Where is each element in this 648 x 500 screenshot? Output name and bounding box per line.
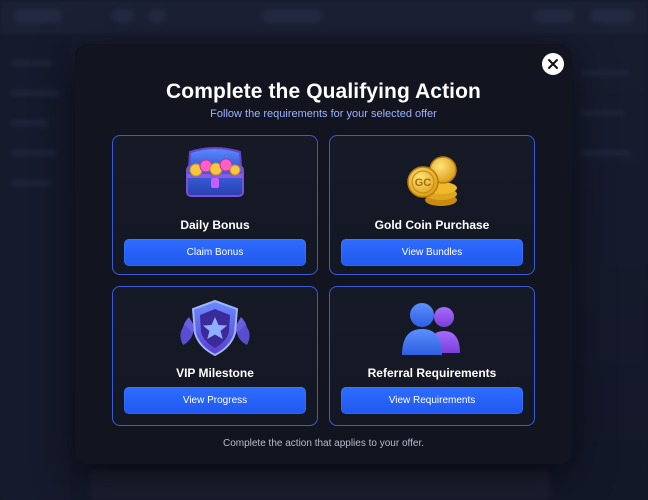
modal-subtitle: Follow the requirements for your selecte… xyxy=(210,108,437,120)
close-button[interactable] xyxy=(542,53,564,75)
card-daily-bonus: Daily Bonus Claim Bonus xyxy=(112,135,318,275)
qualifying-action-modal: Complete the Qualifying Action Follow th… xyxy=(75,44,572,464)
close-icon xyxy=(548,59,558,69)
modal-title: Complete the Qualifying Action xyxy=(166,80,481,103)
view-progress-button[interactable]: View Progress xyxy=(124,387,306,414)
modal-footer-note: Complete the action that applies to your… xyxy=(222,438,425,449)
card-vip-milestone: VIP Milestone View Progress xyxy=(112,286,318,426)
card-label-referral-requirements: Referral Requirements xyxy=(367,366,497,380)
card-label-vip-milestone: VIP Milestone xyxy=(176,366,254,380)
svg-text:GC: GC xyxy=(415,177,432,189)
card-gold-coin-purchase: GC Gold Coin Purchase View Bundles xyxy=(329,135,535,275)
card-label-daily-bonus: Daily Bonus xyxy=(180,218,250,232)
card-label-gold-coin-purchase: Gold Coin Purchase xyxy=(374,218,490,232)
view-bundles-button[interactable]: View Bundles xyxy=(341,239,523,266)
users-icon xyxy=(402,303,460,355)
card-referral-requirements: Referral Requirements View Requirements xyxy=(329,286,535,426)
treasure-chest-icon xyxy=(186,147,244,197)
gold-coins-icon: GC xyxy=(407,156,457,206)
claim-bonus-button[interactable]: Claim Bonus xyxy=(124,239,306,266)
view-requirements-button[interactable]: View Requirements xyxy=(341,387,523,414)
vip-shield-icon xyxy=(180,299,250,357)
